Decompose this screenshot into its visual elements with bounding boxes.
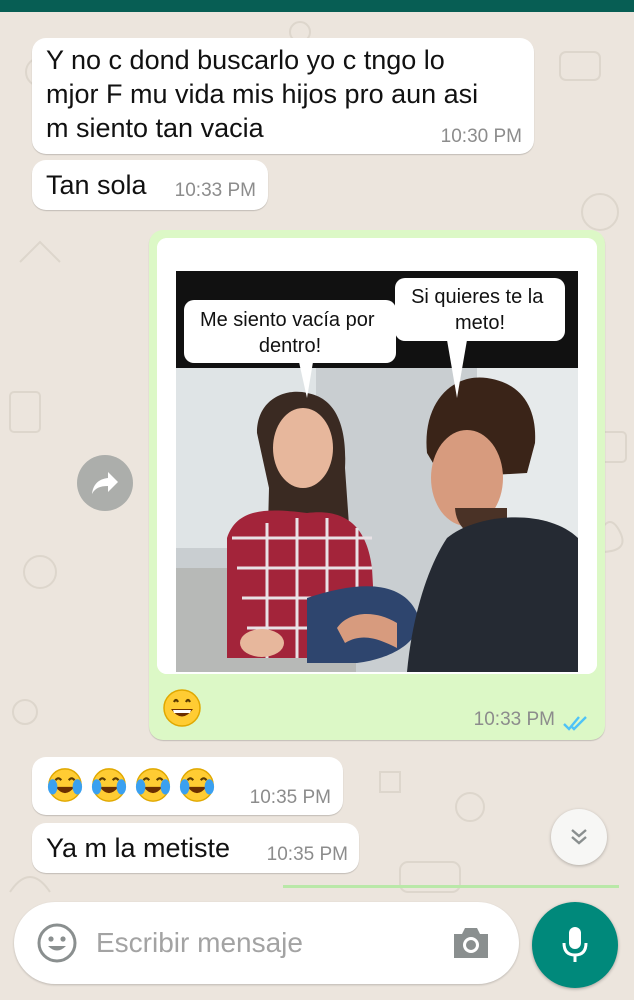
message-bubble-incoming[interactable]: Y no c dond buscarlo yo c tngo lo mjor F…: [32, 38, 534, 154]
camera-icon[interactable]: [450, 924, 492, 962]
message-input[interactable]: [96, 922, 426, 964]
message-time: 10:35 PM: [266, 844, 348, 865]
message-bubble-incoming[interactable]: 10:35 PM: [32, 757, 343, 815]
mic-icon: [562, 927, 588, 962]
grinning-face-emoji: [163, 689, 201, 727]
message-time: 10:33 PM: [473, 709, 555, 730]
message-time: 10:30 PM: [440, 126, 522, 147]
emoji-row: [46, 766, 216, 804]
forward-button[interactable]: [77, 455, 133, 511]
top-bar: [0, 0, 634, 12]
tears-of-joy-emoji: [47, 768, 83, 802]
double-chevron-down-icon: [571, 829, 587, 845]
message-bubble-incoming[interactable]: Ya m la metiste 10:35 PM: [32, 823, 359, 873]
message-time: 10:35 PM: [249, 787, 331, 808]
emoji-icon[interactable]: [36, 922, 78, 964]
tears-of-joy-emoji: [179, 768, 215, 802]
tears-of-joy-emoji: [91, 768, 127, 802]
message-composer: [14, 902, 519, 984]
meme-image[interactable]: Me siento vacía por dentro! Si quieres t…: [157, 238, 597, 674]
divider: [283, 885, 619, 888]
scroll-down-button[interactable]: [551, 809, 607, 865]
forward-icon: [92, 472, 118, 494]
message-bubble-incoming[interactable]: Tan sola 10:33 PM: [32, 160, 268, 210]
mic-button[interactable]: [532, 902, 618, 988]
double-check-icon: [563, 716, 587, 731]
message-time: 10:33 PM: [174, 180, 256, 201]
emoji-row: [162, 688, 202, 728]
message-bubble-outgoing[interactable]: Me siento vacía por dentro! Si quieres t…: [149, 230, 605, 740]
tears-of-joy-emoji: [135, 768, 171, 802]
